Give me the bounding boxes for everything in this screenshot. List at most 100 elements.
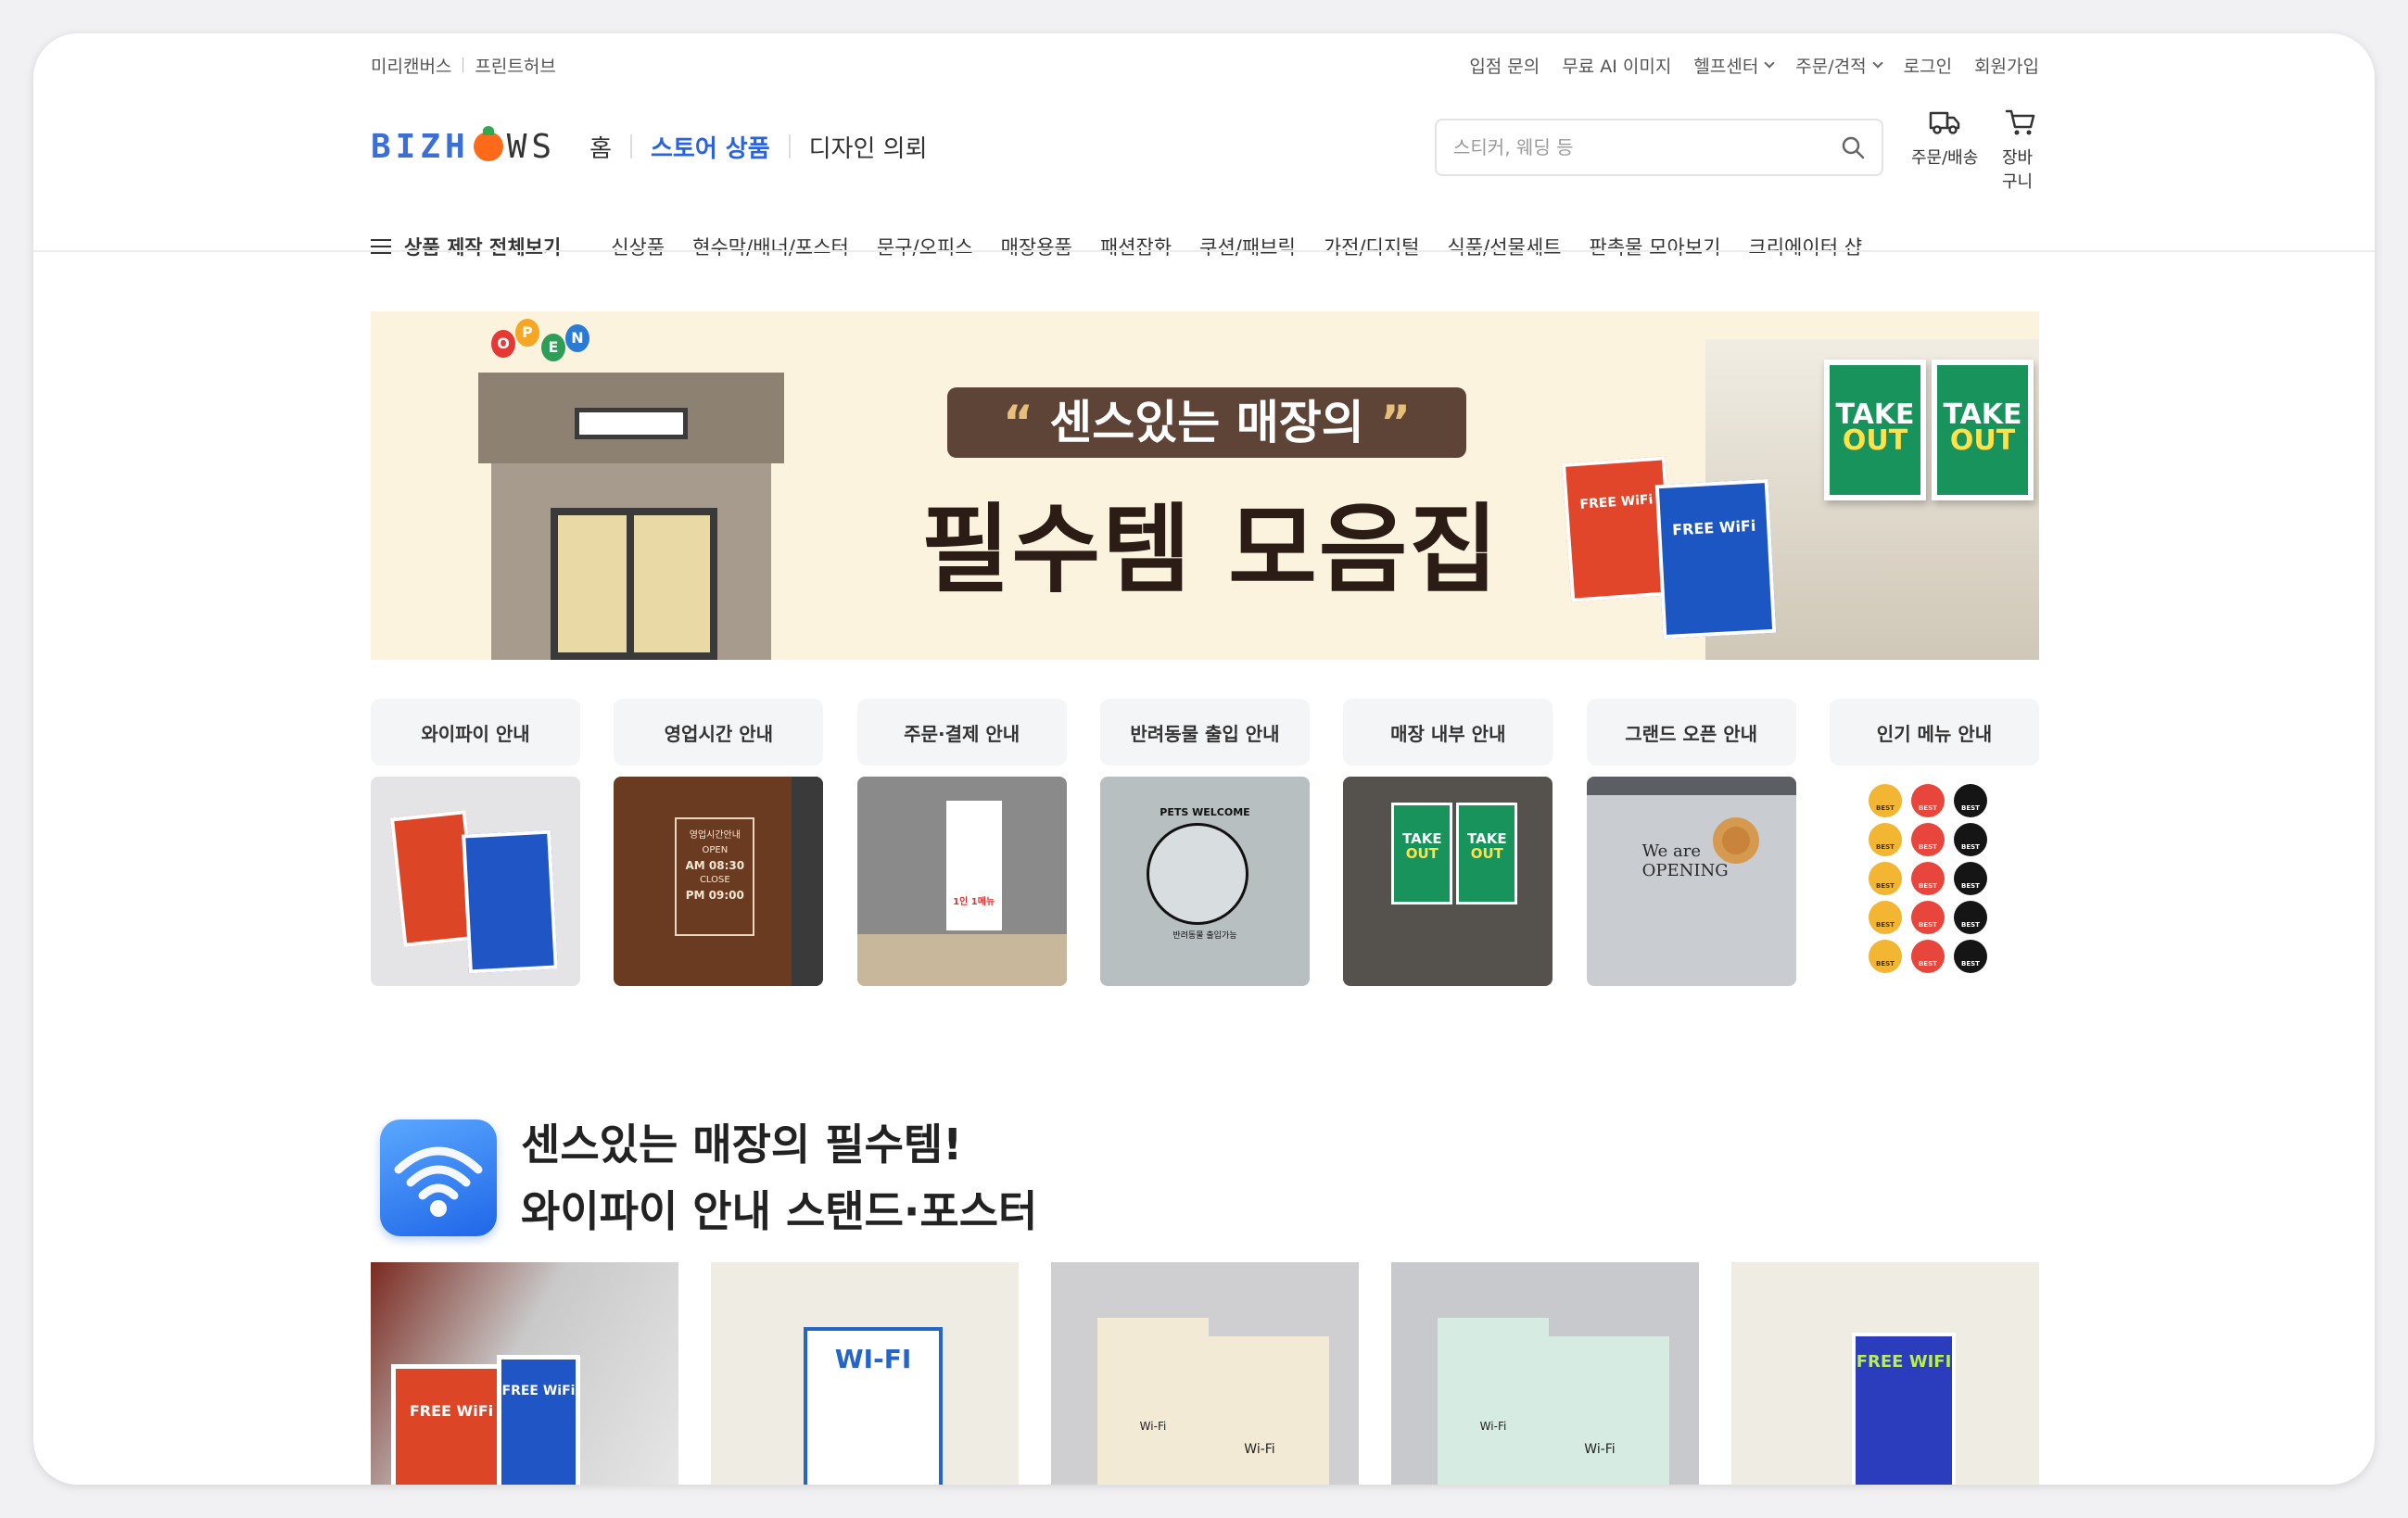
main-header: BIZH WS 홈 스토어 상품 디자인 의뢰 주문/배송 (371, 100, 2039, 193)
util-link-signup[interactable]: 회원가입 (1974, 53, 2039, 78)
product-card[interactable]: WI-FI (711, 1262, 1019, 1485)
category-tiles: 와이파이 안내 영업시간 안내 영업시간안내 OPEN AM 08:30 CLO… (371, 699, 2039, 986)
product-list: FREE WiFi FREE WiFi WI-FI Wi-Fi Wi-Fi Wi… (371, 1262, 2039, 1485)
category-creator-shop[interactable]: 크리에이터 샵 (1748, 233, 1862, 260)
promo-banner[interactable]: O P E N “ 센스있는 매장의 ” 필수템 모음집 TAKE OUT TAK… (371, 311, 2039, 660)
best-badge: BEST (1953, 784, 1987, 817)
category-new[interactable]: 신상품 (611, 233, 665, 260)
divider (629, 134, 632, 158)
util-link-free-ai-image[interactable]: 무료 AI 이미지 (1562, 53, 1671, 78)
best-badge: BEST (1953, 901, 1987, 934)
orders-label: 주문/배송 (1911, 148, 1979, 168)
category-thumbnail: 1인 1메뉴 (856, 777, 1067, 986)
category-thumbnail: PETS WELCOME 반려동물 출입가능 (1099, 777, 1310, 986)
category-stationery-office[interactable]: 문구/오피스 (877, 233, 973, 260)
balloon-p: P (515, 319, 539, 347)
browser-page: 미리캔버스 프린트허브 입점 문의 무료 AI 이미지 헬프센터 주문/견적 로… (33, 33, 2375, 1485)
category-tile-order[interactable]: 주문·결제 안내 1인 1메뉴 (856, 699, 1067, 986)
search-input[interactable] (1453, 136, 1841, 158)
category-tile-label: 그랜드 오픈 안내 (1586, 699, 1796, 765)
category-tile-grand-open[interactable]: 그랜드 오픈 안내 We are OPENING (1586, 699, 1796, 986)
nav-design-request[interactable]: 디자인 의뢰 (809, 130, 928, 164)
product-card[interactable]: Wi-Fi Wi-Fi (1391, 1262, 1699, 1485)
util-link-label: 회원가입 (1974, 56, 2039, 77)
category-tile-label: 반려동물 출입 안내 (1099, 699, 1310, 765)
category-tile-label: 인기 메뉴 안내 (1829, 699, 2039, 765)
logo-text: BIZH (371, 127, 470, 166)
takeout-poster: TAKE OUT (1932, 360, 2034, 500)
util-link-order-quote[interactable]: 주문/견적 (1795, 53, 1883, 78)
best-badge: BEST (1868, 901, 1902, 934)
best-badge: BEST (1868, 784, 1902, 817)
category-nav: 상품 제작 전체보기 신상품 현수막/배너/포스터 문구/오피스 매장용품 패션… (371, 215, 2039, 278)
section-title-line: 와이파이 안내 스탠드·포스터 (521, 1186, 1038, 1236)
chevron-down-icon (1871, 57, 1883, 69)
category-store-supplies[interactable]: 매장용품 (1001, 233, 1072, 260)
orders-button[interactable]: 주문/배송 (1911, 108, 1978, 169)
best-badge: BEST (1953, 823, 1987, 856)
bizhows-logo[interactable]: BIZH WS (371, 126, 557, 166)
balloon-o: O (491, 330, 515, 358)
category-thumbnail (371, 777, 580, 986)
category-tile-popular-menu[interactable]: 인기 메뉴 안내 BEST BEST BEST BEST BEST BEST BEST BES… (1829, 699, 2039, 986)
banner-subtitle: “ 센스있는 매장의 ” (947, 387, 1466, 458)
category-food-gift[interactable]: 식품/선물세트 (1448, 233, 1562, 260)
search-icon[interactable] (1841, 135, 1865, 159)
util-link-label: 로그인 (1903, 56, 1953, 77)
product-card[interactable]: Wi-Fi Wi-Fi (1051, 1262, 1359, 1485)
nav-home[interactable]: 홈 (589, 130, 612, 164)
section-title-line: 센스있는 매장의 필수템! (521, 1120, 963, 1170)
tomato-icon (473, 126, 503, 161)
banner-title: 필수템 모음집 (920, 493, 1501, 606)
best-badge: BEST (1910, 901, 1945, 934)
best-badge: BEST (1953, 940, 1987, 973)
util-link-login[interactable]: 로그인 (1904, 53, 1952, 78)
all-products-label: 상품 제작 전체보기 (404, 236, 562, 259)
storefront-illustration (478, 373, 784, 660)
product-sign-text: FREE WiFi (497, 1355, 580, 1485)
util-link-label: 입점 문의 (1469, 56, 1540, 77)
category-tile-pets[interactable]: 반려동물 출입 안내 PETS WELCOME 반려동물 출입가능 (1099, 699, 1310, 986)
category-tile-interior[interactable]: 매장 내부 안내 TAKE OUT TAKE OUT (1343, 699, 1553, 986)
category-thumbnail: We are OPENING (1586, 777, 1796, 986)
product-sign-text: Wi-Fi (1530, 1336, 1669, 1485)
search-box (1435, 119, 1883, 176)
category-tile-label: 주문·결제 안내 (856, 699, 1067, 765)
util-link-printhub[interactable]: 프린트허브 (475, 53, 555, 78)
util-link-help-center[interactable]: 헬프센터 (1693, 53, 1775, 78)
nav-store-products[interactable]: 스토어 상품 (651, 130, 770, 164)
best-badge: BEST (1868, 862, 1902, 895)
balloon-n: N (565, 324, 589, 352)
category-tile-label: 와이파이 안내 (371, 699, 580, 765)
divider (788, 134, 791, 158)
category-cushion-fabric[interactable]: 쿠션/패브릭 (1199, 233, 1296, 260)
category-tile-hours[interactable]: 영업시간 안내 영업시간안내 OPEN AM 08:30 CLOSE PM 09… (614, 699, 824, 986)
utility-bar: 미리캔버스 프린트허브 입점 문의 무료 AI 이미지 헬프센터 주문/견적 로… (371, 46, 2039, 83)
top-nav: 홈 스토어 상품 디자인 의뢰 (589, 130, 928, 164)
util-link-label: 주문/견적 (1795, 56, 1867, 77)
category-fashion[interactable]: 패션잡화 (1100, 233, 1172, 260)
product-card[interactable]: FREE WIFI (1731, 1262, 2039, 1485)
product-sign-text: Wi-Fi (1190, 1336, 1329, 1485)
all-products-menu-button[interactable]: 상품 제작 전체보기 (371, 233, 561, 260)
util-link-partner-inquiry[interactable]: 입점 문의 (1469, 53, 1540, 78)
category-thumbnail: 영업시간안내 OPEN AM 08:30 CLOSE PM 09:00 (614, 777, 824, 986)
product-card[interactable]: FREE WiFi FREE WiFi (371, 1262, 678, 1485)
balloon-e: E (541, 334, 565, 361)
util-link-label: 헬프센터 (1693, 56, 1759, 77)
logo-text: WS (506, 127, 557, 166)
delivery-truck-icon (1929, 111, 1960, 134)
wifi-icon (380, 1120, 497, 1236)
best-badge: BEST (1868, 823, 1902, 856)
category-banner-poster[interactable]: 현수막/배너/포스터 (692, 233, 849, 260)
category-tile-wifi[interactable]: 와이파이 안내 (371, 699, 580, 986)
cart-button[interactable]: 장바구니 (2002, 108, 2039, 193)
util-link-miricanvas[interactable]: 미리캔버스 (371, 53, 451, 78)
best-badge: BEST (1868, 940, 1902, 973)
category-promotional[interactable]: 판촉물 모아보기 (1590, 233, 1721, 260)
best-badge: BEST (1953, 862, 1987, 895)
category-electronics[interactable]: 가전/디지털 (1324, 233, 1420, 260)
takeout-poster: TAKE OUT (1824, 360, 1926, 500)
category-thumbnail: TAKE OUT TAKE OUT (1343, 777, 1553, 986)
category-tile-label: 매장 내부 안내 (1343, 699, 1553, 765)
